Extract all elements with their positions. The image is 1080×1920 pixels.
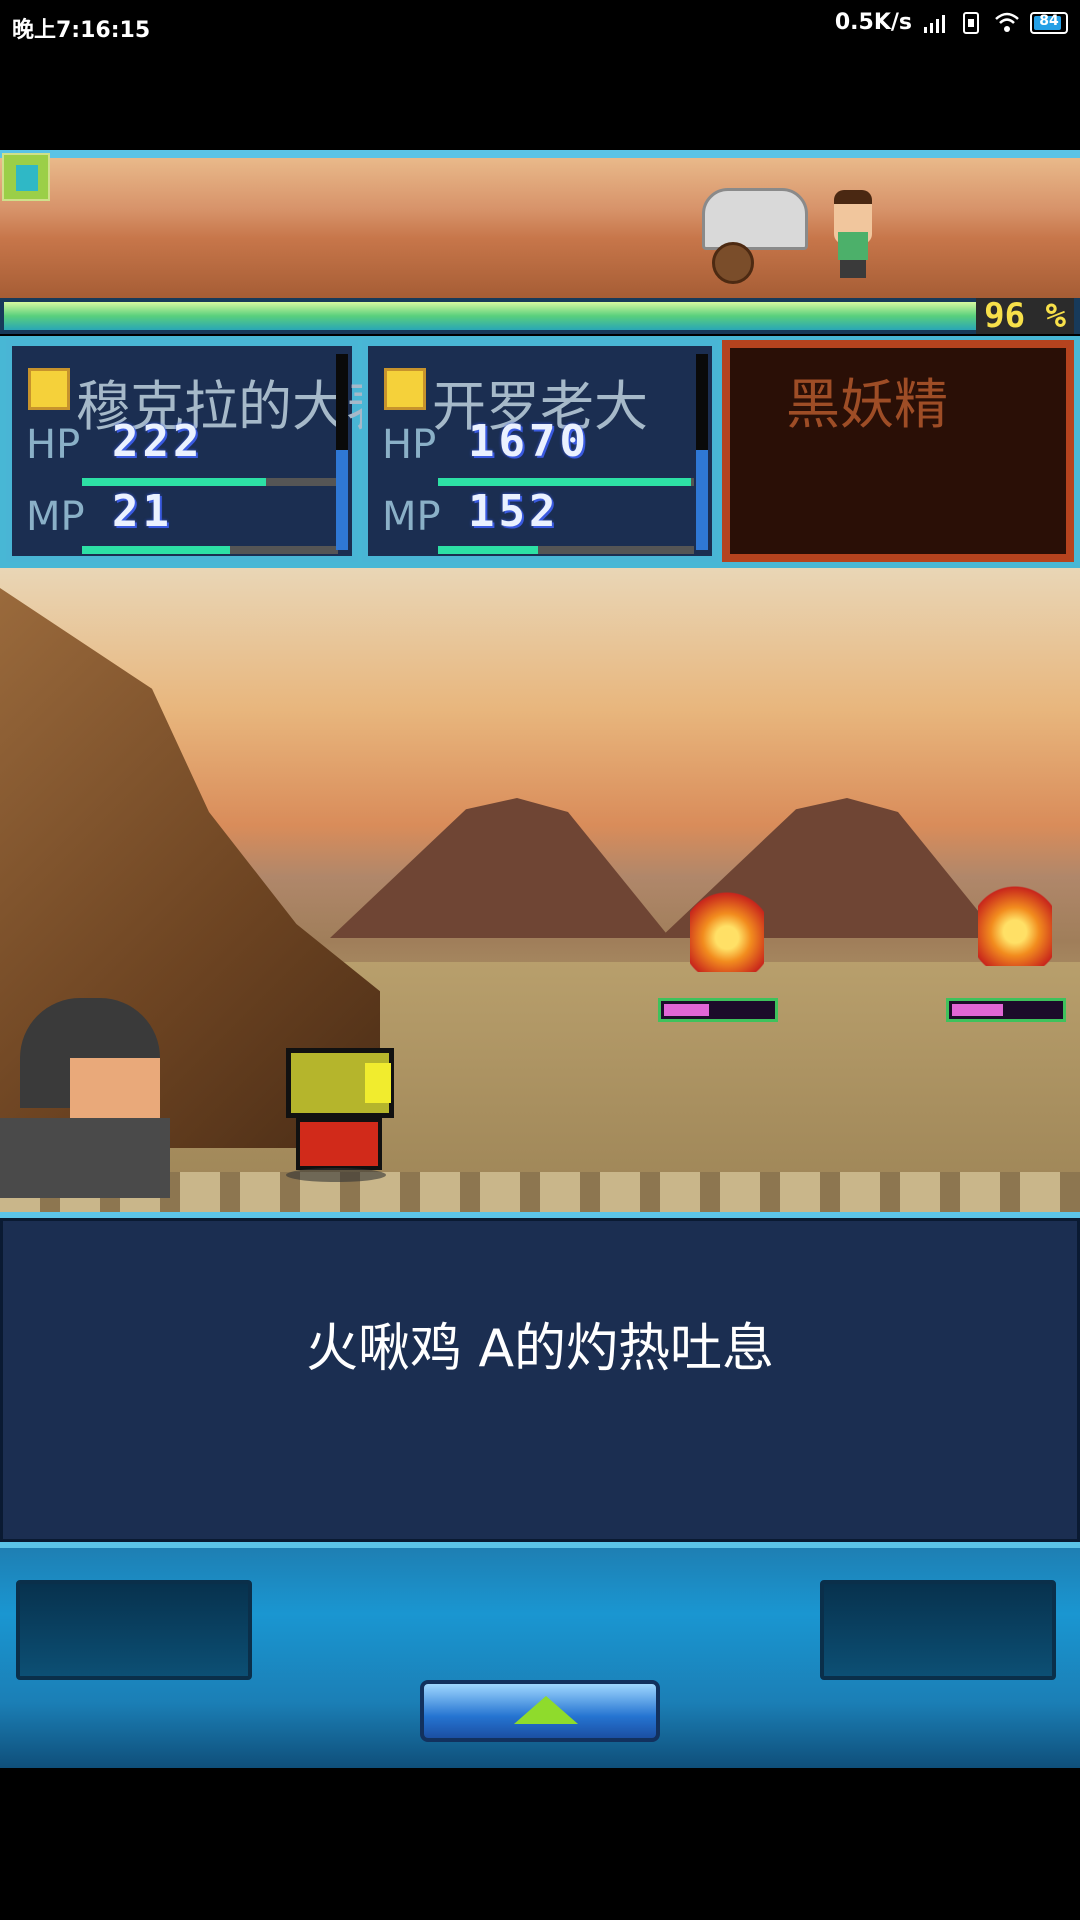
battery-icon: 84 <box>1030 11 1068 34</box>
enemy-hp-bar-b <box>946 998 1066 1022</box>
battle-message-text: 火啾鸡 A的灼热吐息 <box>305 1319 775 1379</box>
enemy-status-card[interactable]: 黑妖精 <box>722 340 1074 562</box>
status-bar: 晚上7:16:15 0.5K/s 84 <box>0 0 1080 52</box>
status-time: 晚上7:16:15 <box>12 18 151 43</box>
battle-message-box: 火啾鸡 A的灼热吐息 <box>0 1212 1080 1548</box>
panel-scrollbar[interactable] <box>336 354 348 550</box>
job-icon <box>384 368 426 410</box>
ally-robot-sprite[interactable] <box>286 1048 398 1188</box>
travel-scene <box>0 150 1080 298</box>
enemy-hp-fill <box>664 1004 710 1016</box>
hero-sprite <box>830 190 876 278</box>
hp-value: 222 <box>112 416 204 467</box>
mp-bar-fill <box>438 546 538 554</box>
mp-bar <box>82 546 338 554</box>
party-status-panels: 穆克拉的大表哥 HP 222 MP 21 开罗老大 HP 1670 MP 152… <box>0 336 1080 568</box>
ally-archer-sprite[interactable] <box>0 968 180 1198</box>
hp-bar-fill <box>438 478 692 486</box>
signal-icon <box>924 14 945 33</box>
hp-bar <box>82 478 338 486</box>
status-right: 0.5K/s 84 <box>835 10 1068 35</box>
wagon-wheel-sprite <box>712 242 754 284</box>
battle-field <box>0 568 1080 1212</box>
mp-label: MP <box>382 494 441 540</box>
panel-scrollbar[interactable] <box>696 354 708 550</box>
navigation-bar-area <box>0 1768 1080 1920</box>
right-command-button[interactable] <box>820 1580 1056 1680</box>
arrow-up-icon <box>514 1696 578 1724</box>
party-leader-mini-icon[interactable] <box>2 153 50 201</box>
wagon-sprite <box>702 188 808 250</box>
journey-progress-fill <box>4 302 1033 330</box>
enemy-party-name: 黑妖精 <box>786 373 948 436</box>
sim-icon <box>963 11 979 34</box>
battery-level: 84 <box>1039 12 1059 29</box>
mp-value: 152 <box>468 486 560 537</box>
hp-label: HP <box>382 422 437 468</box>
hp-bar-fill <box>82 478 267 486</box>
hp-value: 1670 <box>468 416 590 467</box>
enemy-fire-bird-sprite-b[interactable] <box>972 880 1058 980</box>
party-member-card-2[interactable]: 开罗老大 HP 1670 MP 152 <box>362 340 718 562</box>
left-command-button[interactable] <box>16 1580 252 1680</box>
mp-bar <box>438 546 694 554</box>
expand-menu-button[interactable] <box>420 1680 660 1742</box>
enemy-fire-bird-sprite-a[interactable] <box>684 886 770 986</box>
control-panel <box>0 1548 1080 1768</box>
job-icon <box>28 368 70 410</box>
journey-progress-bar: 96 % <box>0 298 1080 334</box>
hp-bar <box>438 478 694 486</box>
journey-progress-percent: 96 % <box>976 298 1074 334</box>
hp-label: HP <box>26 422 81 468</box>
mp-bar-fill <box>82 546 231 554</box>
mp-label: MP <box>26 494 85 540</box>
enemy-hp-bar-a <box>658 998 778 1022</box>
network-speed: 0.5K/s <box>834 10 912 35</box>
mp-value: 21 <box>112 486 173 537</box>
party-member-card-1[interactable]: 穆克拉的大表哥 HP 222 MP 21 <box>6 340 454 562</box>
wifi-icon <box>995 12 1019 32</box>
background-mountain <box>330 798 670 938</box>
enemy-hp-fill <box>952 1004 1003 1016</box>
